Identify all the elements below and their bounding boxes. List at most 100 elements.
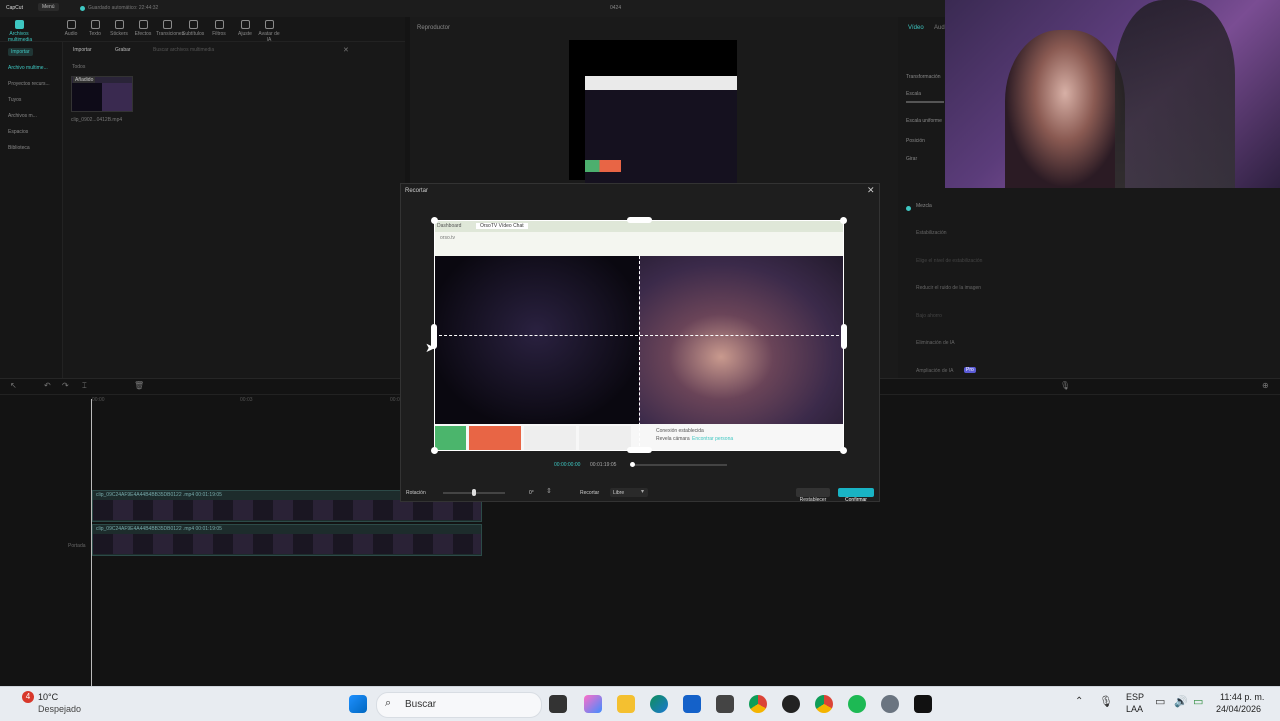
toolbar-item-captions[interactable]: Subtítulos [182, 17, 204, 37]
crop-ratio-select[interactable]: Libre ▾ [610, 488, 648, 497]
menu-button[interactable]: Menú [38, 3, 59, 11]
toolbar-item-audio[interactable]: Audio [60, 17, 82, 37]
sidebar-item-spaces[interactable]: Espacios [8, 129, 28, 135]
sidebar-item-yours[interactable]: Tuyos [8, 97, 21, 103]
crop-handle-right[interactable] [841, 324, 847, 349]
chrome-icon[interactable] [749, 695, 767, 713]
confirm-button-label: Confirmar [845, 497, 867, 503]
crop-scrubber[interactable] [630, 462, 727, 467]
microphone-icon[interactable]: 🎙 [1060, 381, 1070, 390]
sidebar-item-library[interactable]: Biblioteca [8, 145, 30, 151]
rotation-value[interactable]: 0° [529, 490, 534, 496]
app-logo[interactable]: CapCut [6, 5, 23, 11]
title-bar: CapCut Menú Guardado automático: 22:44:3… [0, 0, 945, 17]
crop-frame[interactable] [434, 220, 844, 451]
close-icon[interactable]: ✕ [867, 185, 875, 196]
capcut-icon[interactable] [914, 695, 932, 713]
undo-icon[interactable]: ↶ [44, 381, 51, 390]
webcam-chair [1115, 0, 1235, 188]
record-button[interactable]: Grabar [115, 47, 131, 53]
confirm-button[interactable]: Confirmar [838, 488, 874, 503]
copilot-icon[interactable] [584, 695, 602, 713]
toolbar-item-label: Stickers [110, 31, 128, 37]
toolbar-item-label: Transiciones [156, 31, 185, 37]
toolbar-item-media[interactable]: Archivos multimedia [8, 17, 32, 43]
reset-button[interactable]: Restablecer [796, 488, 830, 503]
spotify-icon[interactable] [848, 695, 866, 713]
import-button[interactable]: Importar [73, 47, 92, 53]
media-search-input[interactable]: Buscar archivos multimedia [153, 47, 214, 53]
clip-name: clip_0902...0412B.mp4 [71, 117, 123, 123]
player-title: Reproductor [417, 25, 451, 31]
ruler-mark: 00:03 [240, 397, 253, 403]
delete-icon[interactable]: 🗑 [134, 381, 144, 390]
rotation-slider[interactable] [443, 489, 505, 496]
adjust-icon [240, 20, 250, 29]
track-clip-thumbnails [93, 500, 481, 520]
toolbar-item-adjust[interactable]: Ajuste [234, 17, 256, 37]
cover-button[interactable]: Portada [68, 543, 86, 549]
zoom-fit-icon[interactable]: ⊕ [1262, 381, 1269, 390]
obs-icon[interactable] [782, 695, 800, 713]
close-icon[interactable]: ✕ [343, 46, 349, 54]
windows-start-icon[interactable] [349, 695, 367, 713]
toolbar-item-transition[interactable]: Transiciones [156, 17, 184, 37]
main-track-clip[interactable]: clip_09C24AF9E4A44B4BB35DB0122 .mp4 00:0… [92, 524, 482, 556]
file-explorer-icon[interactable] [617, 695, 635, 713]
enhance-toggle[interactable] [906, 206, 911, 211]
store-icon[interactable] [683, 695, 701, 713]
settings-icon[interactable] [881, 695, 899, 713]
crop-scrubber-knob[interactable] [630, 462, 635, 467]
player-preview-buttons [585, 160, 621, 172]
scale-slider[interactable] [906, 101, 944, 103]
microphone-icon[interactable]: 🎙 [1099, 695, 1113, 708]
rotation-slider-knob[interactable] [472, 489, 476, 496]
crop-ratio-value: Libre [613, 490, 625, 496]
toolbar-item-sticker[interactable]: Stickers [108, 17, 130, 37]
sidebar-item-media[interactable]: Archivo multime... [8, 65, 48, 71]
uniform-scale-label: Escala uniforme [906, 118, 942, 124]
crop-handle-bottom-right[interactable] [840, 447, 847, 454]
webcam-person [1005, 30, 1125, 188]
toolbar-item-effects[interactable]: Efectos [132, 17, 154, 37]
split-icon[interactable]: ⌶ [82, 381, 87, 391]
clock-time[interactable]: 11:44 p. m. [1220, 692, 1264, 702]
toolbar-item-filter[interactable]: Filtros [208, 17, 230, 37]
denoise-label: Reducir el ruido de la imagen [916, 285, 982, 291]
media-clip-thumbnail[interactable]: Añadido [71, 76, 133, 112]
tab-audio[interactable]: Aud [934, 25, 945, 31]
sidebar-item-files[interactable]: Archivos m... [8, 113, 37, 119]
tab-video[interactable]: Vídeo [908, 25, 924, 31]
chrome-profile-icon[interactable] [815, 695, 833, 713]
crop-handle-bottom[interactable] [627, 447, 652, 453]
volume-icon[interactable]: 🔊 [1174, 695, 1188, 708]
crop-handle-top-right[interactable] [840, 217, 847, 224]
network-icon[interactable]: ▭ [1155, 695, 1165, 708]
toolbar-item-text[interactable]: Texto [84, 17, 106, 37]
captions-icon [188, 20, 198, 29]
sidebar-item-import[interactable]: Importar [8, 48, 33, 56]
weather-temp[interactable]: 10°C [38, 692, 58, 702]
filter-all[interactable]: Todos [72, 64, 85, 70]
crop-handle-top[interactable] [627, 217, 652, 223]
battery-icon[interactable]: ▭ [1193, 695, 1203, 708]
stepper-icon[interactable]: ⇕ [546, 487, 552, 495]
sidebar-item-projects[interactable]: Proyectos recurs... [8, 81, 50, 87]
select-icon[interactable]: ↖ [10, 381, 17, 390]
task-view-icon[interactable] [549, 695, 567, 713]
redo-icon[interactable]: ↷ [62, 381, 69, 390]
language-line1[interactable]: ESP [1126, 692, 1144, 702]
crop-handle-top-left[interactable] [431, 217, 438, 224]
weather-desc[interactable]: Despejado [38, 704, 81, 714]
edge-icon[interactable] [650, 695, 668, 713]
toolbar-item-avatar[interactable]: Avatar de IA [258, 17, 280, 43]
total-time: 00:01:19:05 [590, 462, 617, 468]
clock-date[interactable]: 24/04/2026 [1216, 704, 1261, 714]
crop-handle-bottom-left[interactable] [431, 447, 438, 454]
taskbar-search[interactable]: ⌕ Buscar [376, 692, 542, 718]
app-icon[interactable] [716, 695, 734, 713]
mouse-cursor-icon: ➤ [425, 340, 436, 355]
chevron-up-icon[interactable]: ⌃ [1075, 696, 1083, 707]
track-clip-label: clip_09C24AF9E4A44B4BB35DB0122 .mp4 00:0… [96, 526, 222, 532]
language-line2[interactable]: LAA [1126, 704, 1143, 714]
